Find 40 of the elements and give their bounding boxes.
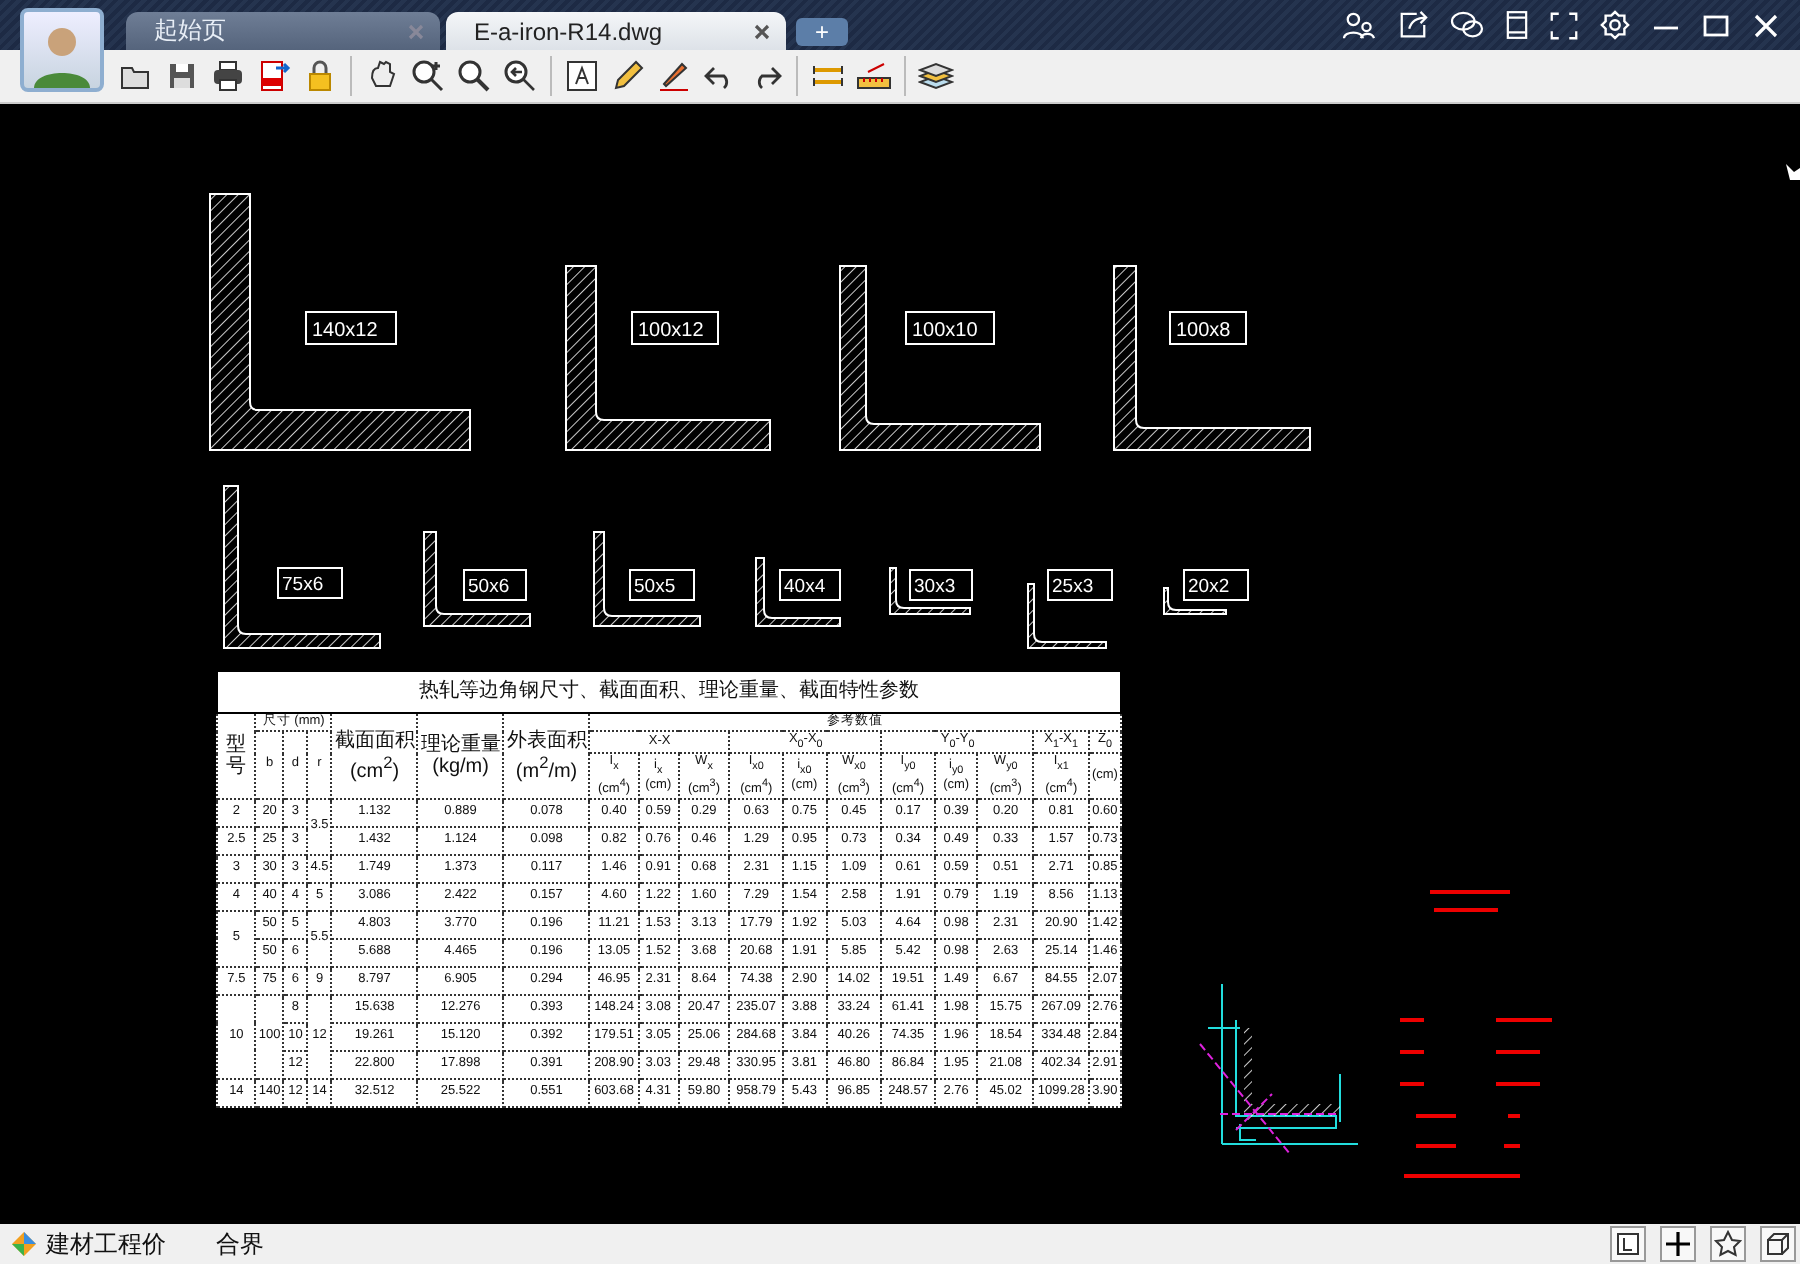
header-cell: 型号 [217,713,256,799]
share-icon[interactable] [1398,10,1428,40]
tab[interactable]: E-a-iron-R14.dwg [446,12,786,50]
size-label: 50x6 [463,569,527,601]
close-icon[interactable] [754,23,770,39]
size-label: 25x3 [1047,569,1113,601]
header-cell: 截面面积 (cm$^{2}$) [331,713,418,799]
status-text: 合界 [216,1227,264,1261]
fullscreen-icon[interactable] [1550,11,1578,39]
size-label: 100x8 [1169,311,1247,345]
size-label: 40x4 [779,569,841,601]
angle-profile-drawing [889,567,971,615]
cursor-icon [1786,164,1800,180]
header-cell: 外表面积 (m$^{2}$/m) [503,713,590,799]
size-label: 100x12 [631,311,719,345]
document-icon[interactable] [1610,1226,1646,1262]
star-icon[interactable] [1710,1226,1746,1262]
header-cell: 理论重量 (kg/m) [417,713,504,799]
settings-icon[interactable] [1600,10,1630,40]
size-label: 30x3 [909,569,973,601]
users-icon[interactable] [1342,10,1376,40]
maximize-icon[interactable] [1702,11,1730,39]
angle-profile-drawing [755,557,841,627]
size-label: 20x2 [1183,569,1249,601]
size-label: 140x12 [305,311,397,345]
avatar-icon[interactable] [20,8,104,92]
crosshair-icon[interactable] [1660,1226,1696,1262]
chat-icon[interactable] [1450,10,1484,40]
size-label: 50x5 [629,569,695,601]
tab[interactable]: 起始页 [126,12,440,50]
diamond-logo-icon [12,1232,36,1256]
cube-icon[interactable] [1760,1226,1796,1262]
size-label: 75x6 [277,567,343,599]
angle-profile-drawing [423,531,531,627]
angle-profile-drawing [593,531,701,627]
table-title: 热轧等边角钢尺寸、截面面积、理论重量、截面特性参数 [217,671,1121,713]
phone-icon[interactable] [1506,10,1528,40]
app-name: 建材工程价 [46,1227,166,1261]
new-tab-button[interactable]: + [796,18,848,46]
size-label: 100x10 [905,311,995,345]
